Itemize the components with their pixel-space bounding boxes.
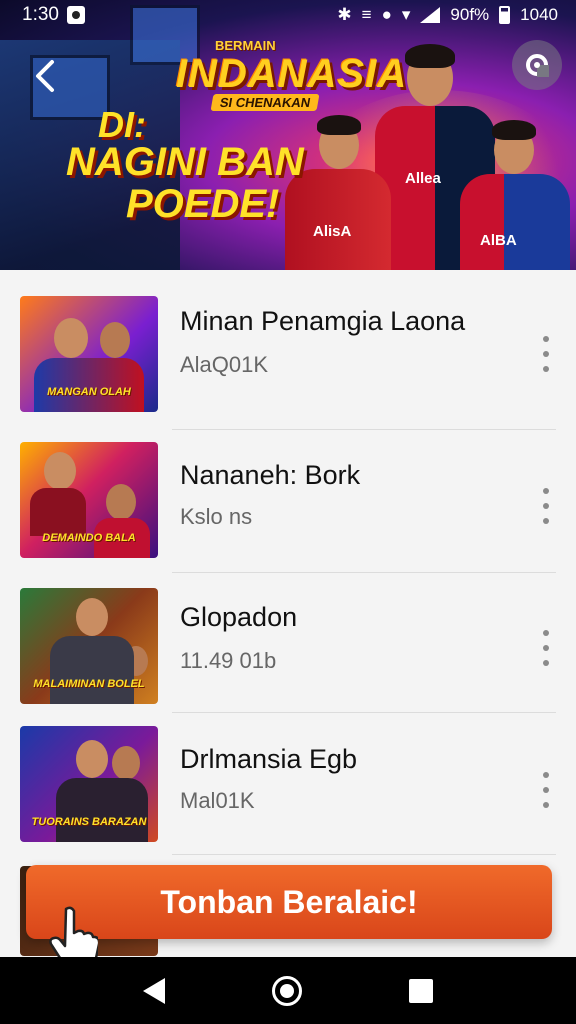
wifi-icon: ▾ <box>401 5 411 24</box>
game-thumbnail: MALAIMINAN BOLEL <box>20 588 158 704</box>
nav-back-icon[interactable] <box>143 977 166 1004</box>
item-title: Minan Penamgia Laona <box>180 306 466 336</box>
more-dot-icon <box>543 351 549 357</box>
hand-pointer-icon <box>48 905 101 966</box>
status-clock-right: 1040 <box>520 5 558 24</box>
battery-percent: 90f% <box>450 5 490 24</box>
nav-home-icon[interactable] <box>271 975 302 1006</box>
banner-player-right: AlBA <box>460 120 576 270</box>
more-dot-icon <box>543 503 549 509</box>
item-title: Nananeh: Bork <box>180 460 361 490</box>
promo-banner[interactable]: Allea AlisA AlBA BERMAIN INDANASIA SI CH… <box>0 0 576 270</box>
back-button[interactable] <box>26 56 66 96</box>
banner-promo-line3: POEDE! <box>126 182 280 226</box>
system-nav-bar <box>0 957 576 1024</box>
item-subtitle: Kslo ns <box>180 504 253 529</box>
status-bar: 1:30 ✱ ≡ ● ▾ 90f% 1040 <box>0 0 576 30</box>
game-thumbnail: MANGAN OLAH <box>20 296 158 412</box>
item-subtitle: 11.49 01b <box>180 648 277 673</box>
notification-icon <box>66 6 85 24</box>
more-options-button[interactable] <box>538 488 554 524</box>
back-arrow-icon <box>36 60 54 92</box>
more-dot-icon <box>543 660 549 666</box>
more-options-button[interactable] <box>538 630 554 666</box>
more-dot-icon <box>543 630 549 636</box>
bluetooth-icon: ✱ <box>337 5 352 24</box>
banner-logo-sup: BERMAIN <box>215 38 276 53</box>
banner-logo-sub: SI CHENAKAN <box>210 94 320 111</box>
cta-button[interactable]: Tonban Beralaic! <box>26 865 552 939</box>
list-item[interactable]: TUORAINS BARAZAN Drlmansia Egb Mal01K <box>0 706 576 848</box>
list-item[interactable]: MALAIMINAN BOLEL Glopadon 11.49 01b <box>0 564 576 706</box>
game-thumbnail: DEMAINDO BALA <box>20 442 158 558</box>
battery-icon <box>499 6 511 24</box>
more-options-button[interactable] <box>538 336 554 372</box>
list-item[interactable]: DEMAINDO BALA Nananeh: Bork Kslo ns <box>0 422 576 564</box>
share-icon <box>526 54 549 77</box>
banner-player-left: AlisA <box>285 115 395 270</box>
share-button[interactable] <box>512 40 562 90</box>
item-subtitle: Mal01K <box>180 788 255 813</box>
list-item[interactable]: MANGAN OLAH Minan Penamgia Laona AlаQ01K <box>0 280 576 422</box>
more-dot-icon <box>543 787 549 793</box>
more-dot-icon <box>543 645 549 651</box>
vibrate-icon: ≡ <box>361 5 372 24</box>
more-dot-icon <box>543 802 549 808</box>
list-divider <box>172 854 556 855</box>
item-subtitle: AlаQ01K <box>180 352 269 377</box>
item-title: Glopadon <box>180 602 298 632</box>
signal-icon <box>420 7 441 23</box>
game-thumbnail: TUORAINS BARAZAN <box>20 726 158 842</box>
more-dot-icon <box>543 518 549 524</box>
status-time: 1:30 <box>22 4 59 25</box>
banner-logo-title: INDANASIA <box>176 52 408 96</box>
more-dot-icon <box>543 488 549 494</box>
more-dot-icon <box>543 772 549 778</box>
more-options-button[interactable] <box>538 772 554 808</box>
more-dot-icon <box>543 336 549 342</box>
game-list: MANGAN OLAH Minan Penamgia Laona AlаQ01K… <box>0 280 576 956</box>
banner-promo-line2: NAGINI BAN <box>66 140 304 184</box>
alarm-icon: ● <box>381 5 392 24</box>
item-title: Drlmansia Egb <box>180 744 358 774</box>
nav-recents-icon[interactable] <box>408 978 433 1003</box>
more-dot-icon <box>543 366 549 372</box>
